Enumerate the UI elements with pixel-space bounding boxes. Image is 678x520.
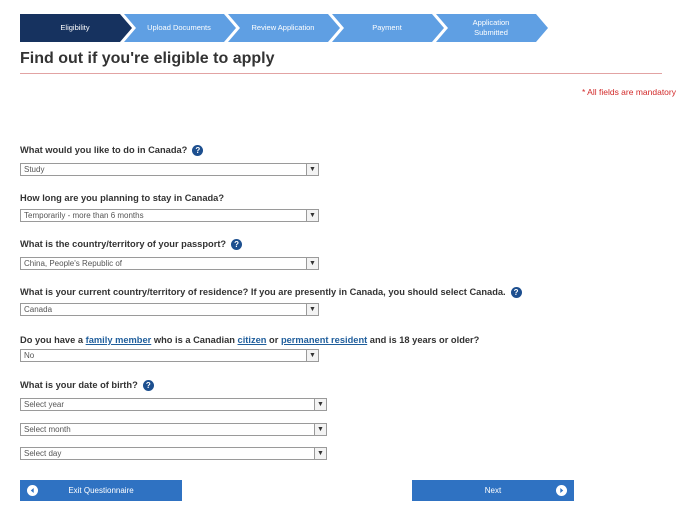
question-passport: What is the country/territory of your pa… — [20, 239, 243, 251]
question-label: How long are you planning to stay in Can… — [20, 193, 225, 203]
chevron-down-icon: ▼ — [306, 304, 318, 315]
button-label: Next — [484, 486, 502, 495]
chevron-down-icon: ▼ — [306, 350, 318, 361]
question-duration: How long are you planning to stay in Can… — [20, 193, 224, 203]
chevron-down-icon: ▼ — [306, 210, 318, 221]
step-label: Review Application — [251, 23, 315, 32]
question-label: What is your current country/territory o… — [20, 287, 506, 297]
question-dob: What is your date of birth?? — [20, 380, 154, 392]
question-circle-icon[interactable]: ? — [142, 380, 154, 392]
chevron-down-icon: ▼ — [306, 164, 318, 175]
permanent-resident-link[interactable]: permanent resident — [281, 335, 367, 345]
select-value: Select month — [24, 425, 71, 434]
step-label: Upload Documents — [147, 23, 211, 32]
step-application-submitted: Application Submitted — [436, 14, 548, 42]
step-label: Eligibility — [60, 23, 90, 32]
mandatory-note: * All fields are mandatory — [581, 87, 676, 97]
residence-select[interactable]: Canada ▼ — [20, 303, 319, 316]
chevron-down-icon: ▼ — [314, 448, 326, 459]
duration-select[interactable]: Temporarily - more than 6 months ▼ — [20, 209, 319, 222]
step-label: Payment — [372, 23, 402, 32]
arrow-right-circle-icon — [556, 485, 567, 496]
step-label: Application Submitted — [472, 18, 510, 37]
exit-questionnaire-button[interactable]: Exit Questionnaire — [20, 480, 182, 501]
dob-month-select[interactable]: Select month ▼ — [20, 423, 327, 436]
chevron-down-icon: ▼ — [314, 424, 326, 435]
select-value: Select year — [24, 400, 65, 409]
arrow-left-circle-icon — [27, 485, 38, 496]
question-residence: What is your current country/territory o… — [20, 287, 522, 299]
question-circle-icon[interactable]: ? — [510, 287, 522, 299]
question-activity: What would you like to do in Canada?? — [20, 145, 204, 157]
select-value: Select day — [24, 449, 62, 458]
question-label-part: who is a Canadian — [151, 335, 238, 345]
family-select[interactable]: No ▼ — [20, 349, 319, 362]
activity-select[interactable]: Study ▼ — [20, 163, 319, 176]
step-review-application: Review Application — [228, 14, 340, 42]
dob-day-select[interactable]: Select day ▼ — [20, 447, 327, 460]
select-value: Canada — [24, 305, 53, 314]
family-member-link[interactable]: family member — [86, 335, 152, 345]
step-upload-documents: Upload Documents — [124, 14, 236, 42]
select-value: Temporarily - more than 6 months — [24, 211, 144, 220]
select-value: Study — [24, 165, 45, 174]
question-label: What is your date of birth? — [20, 380, 138, 390]
page-title: Find out if you're eligible to apply — [20, 50, 275, 67]
question-family: Do you have a family member who is a Can… — [20, 335, 479, 345]
chevron-down-icon: ▼ — [306, 258, 318, 269]
select-value: China, People's Republic of — [24, 259, 123, 268]
step-eligibility: Eligibility — [20, 14, 132, 42]
step-payment: Payment — [332, 14, 444, 42]
question-label: What is the country/territory of your pa… — [20, 239, 227, 249]
button-label: Exit Questionnaire — [68, 486, 134, 495]
progress-steps: Eligibility Upload Documents Review Appl… — [20, 14, 540, 42]
question-label: What would you like to do in Canada? — [20, 145, 188, 155]
question-circle-icon[interactable]: ? — [231, 239, 243, 251]
question-label-part: or — [266, 335, 281, 345]
dob-year-select[interactable]: Select year ▼ — [20, 398, 327, 411]
chevron-down-icon: ▼ — [314, 399, 326, 410]
question-label-part: and is 18 years or older? — [367, 335, 480, 345]
title-divider — [20, 73, 662, 74]
citizen-link[interactable]: citizen — [238, 335, 267, 345]
question-label-part: Do you have a — [20, 335, 86, 345]
passport-select[interactable]: China, People's Republic of ▼ — [20, 257, 319, 270]
select-value: No — [24, 351, 35, 360]
next-button[interactable]: Next — [412, 480, 574, 501]
question-circle-icon[interactable]: ? — [192, 145, 204, 157]
